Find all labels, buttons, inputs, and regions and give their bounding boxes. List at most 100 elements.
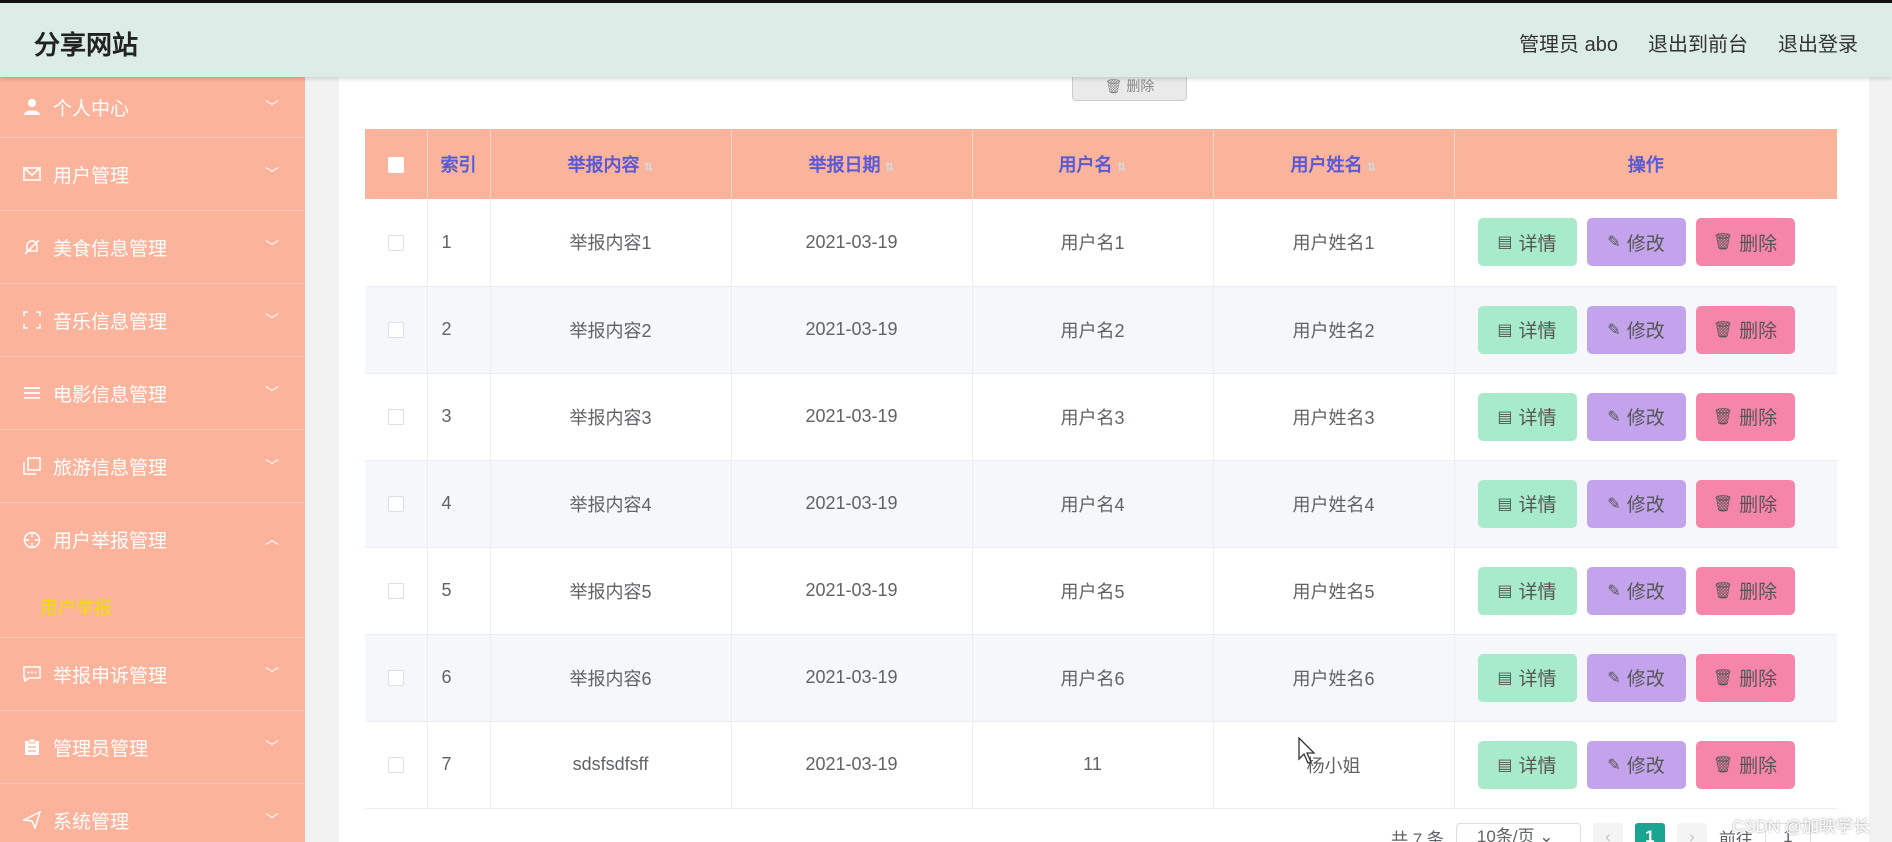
- trash-icon: 🗑: [1712, 582, 1734, 600]
- index-cell: 4: [427, 460, 491, 547]
- edit-button[interactable]: ✎ 修改: [1586, 479, 1686, 528]
- sidebar-item-movie-management[interactable]: 电影信息管理 ﹀: [0, 357, 305, 430]
- sort-icon[interactable]: ⇅: [1116, 160, 1126, 174]
- detail-button[interactable]: ▤ 详情: [1477, 653, 1577, 702]
- delete-button[interactable]: 🗑 删除: [1695, 653, 1795, 702]
- column-header-name[interactable]: 用户姓名 ⇅: [1213, 129, 1455, 199]
- select-all-cell[interactable]: [365, 129, 428, 199]
- sidebar-item-report-management[interactable]: 用户举报管理 ︿: [0, 503, 305, 576]
- edit-button[interactable]: ✎ 修改: [1586, 305, 1686, 354]
- row-select-cell[interactable]: [365, 286, 428, 373]
- edit-button[interactable]: ✎ 修改: [1586, 566, 1686, 615]
- row-checkbox[interactable]: [387, 583, 404, 600]
- sidebar-item-food-management[interactable]: 美食信息管理 ﹀: [0, 211, 305, 284]
- name-cell: 杨小姐: [1213, 721, 1455, 808]
- sidebar-item-label: 美食信息管理: [53, 238, 168, 260]
- select-all-checkbox[interactable]: [387, 156, 404, 173]
- row-checkbox[interactable]: [387, 670, 404, 687]
- sidebar-item-user-management[interactable]: 用户管理 ﹀: [0, 138, 305, 211]
- row-checkbox[interactable]: [387, 235, 404, 251]
- exit-to-front-link[interactable]: 退出到前台: [1648, 28, 1748, 57]
- chevron-down-icon: ﹀: [265, 739, 279, 755]
- column-header-username[interactable]: 用户名 ⇅: [972, 129, 1214, 199]
- row-select-cell[interactable]: [365, 721, 428, 808]
- prev-page-button[interactable]: ‹: [1592, 823, 1623, 842]
- sort-icon[interactable]: ⇅: [1366, 160, 1376, 174]
- delete-button[interactable]: 🗑 删除: [1695, 218, 1795, 267]
- chevron-down-icon: ﹀: [265, 166, 279, 182]
- row-checkbox[interactable]: [387, 322, 404, 339]
- detail-button[interactable]: ▤ 详情: [1477, 392, 1577, 441]
- actions-cell: ▤ 详情 ✎ 修改 🗑 删除: [1454, 286, 1837, 373]
- pencil-icon: ✎: [1607, 582, 1621, 600]
- delete-button[interactable]: 🗑 删除: [1695, 740, 1795, 789]
- row-checkbox[interactable]: [387, 409, 404, 426]
- site-brand: 分享网站: [34, 30, 139, 60]
- detail-label: 详情: [1518, 321, 1557, 342]
- edit-button[interactable]: ✎ 修改: [1586, 392, 1686, 441]
- sidebar-item-admin-management[interactable]: 管理员管理 ﹀: [0, 711, 305, 784]
- next-page-button[interactable]: ›: [1676, 823, 1707, 842]
- edit-button[interactable]: ✎ 修改: [1586, 218, 1686, 267]
- sort-icon[interactable]: ⇅: [643, 160, 653, 174]
- row-checkbox[interactable]: [387, 757, 404, 774]
- row-select-cell[interactable]: [365, 199, 428, 286]
- sidebar-item-label: 个人中心: [53, 98, 130, 120]
- page-number-current[interactable]: 1: [1634, 823, 1665, 842]
- row-select-cell[interactable]: [365, 547, 428, 634]
- actions-cell: ▤ 详情 ✎ 修改 🗑 删除: [1454, 721, 1837, 808]
- column-header-label: 举报日期: [808, 155, 881, 175]
- trash-icon: 🗑: [1712, 408, 1734, 426]
- row-select-cell[interactable]: [365, 634, 428, 721]
- content-cell: 举报内容6: [490, 634, 732, 721]
- pencil-icon: ✎: [1607, 669, 1621, 687]
- row-select-cell[interactable]: [365, 373, 428, 460]
- delete-button[interactable]: 🗑 删除: [1695, 305, 1795, 354]
- detail-button[interactable]: ▤ 详情: [1477, 218, 1577, 267]
- detail-button[interactable]: ▤ 详情: [1477, 740, 1577, 789]
- document-icon: ▤: [1497, 408, 1513, 426]
- index-cell: 2: [427, 286, 491, 373]
- sort-icon[interactable]: ⇅: [884, 160, 894, 174]
- row-select-cell[interactable]: [365, 460, 428, 547]
- delete-label: 删除: [1739, 756, 1778, 777]
- sidebar-item-personal-center[interactable]: 个人中心 ﹀: [0, 77, 305, 138]
- column-header-label: 举报内容: [567, 155, 640, 175]
- logout-link[interactable]: 退出登录: [1778, 28, 1858, 57]
- edit-button[interactable]: ✎ 修改: [1586, 653, 1686, 702]
- sidebar: 个人中心 ﹀ 用户管理 ﹀ 美食信息管理 ﹀ 音乐信息管理 ﹀ 电影信息管理 ﹀…: [0, 77, 305, 842]
- sidebar-subitem-user-report[interactable]: 用户举报: [0, 576, 305, 638]
- admin-user-label[interactable]: 管理员 abo: [1519, 28, 1618, 57]
- delete-label: 删除: [1739, 669, 1778, 690]
- sidebar-item-music-management[interactable]: 音乐信息管理 ﹀: [0, 284, 305, 357]
- detail-button[interactable]: ▤ 详情: [1477, 479, 1577, 528]
- column-header-content[interactable]: 举报内容 ⇅: [490, 129, 732, 199]
- sidebar-item-travel-management[interactable]: 旅游信息管理 ﹀: [0, 430, 305, 503]
- copy-icon: [22, 456, 42, 476]
- delete-button[interactable]: 🗑 删除: [1695, 566, 1795, 615]
- sidebar-item-label: 音乐信息管理: [53, 311, 168, 333]
- detail-button[interactable]: ▤ 详情: [1477, 305, 1577, 354]
- watermark: CSDN @加映学长: [1731, 817, 1870, 836]
- page-size-select[interactable]: 10条/页 ⌄: [1455, 823, 1581, 842]
- delete-button[interactable]: 🗑 删除: [1695, 392, 1795, 441]
- column-header-label: 用户姓名: [1290, 155, 1363, 175]
- row-checkbox[interactable]: [387, 496, 404, 513]
- edit-label: 修改: [1626, 669, 1665, 690]
- trash-icon: 🗑: [1104, 78, 1123, 94]
- table-row: 3 举报内容3 2021-03-19 用户名3 用户姓名3 ▤ 详情 ✎ 修改 🗑 删除: [365, 373, 1837, 460]
- username-cell: 用户名3: [972, 373, 1214, 460]
- table-row: 5 举报内容5 2021-03-19 用户名5 用户姓名5 ▤ 详情 ✎ 修改 🗑 删除: [365, 547, 1837, 634]
- trash-icon: 🗑: [1712, 321, 1734, 339]
- content-cell: 举报内容1: [490, 199, 732, 286]
- sidebar-item-system-management[interactable]: 系统管理 ﹀: [0, 784, 305, 842]
- name-cell: 用户姓名1: [1213, 199, 1455, 286]
- pencil-icon: ✎: [1607, 321, 1621, 339]
- edit-button[interactable]: ✎ 修改: [1586, 740, 1686, 789]
- delete-button[interactable]: 🗑 删除: [1695, 479, 1795, 528]
- column-header-date[interactable]: 举报日期 ⇅: [731, 129, 973, 199]
- name-cell: 用户姓名2: [1213, 286, 1455, 373]
- sidebar-item-appeal-management[interactable]: 举报申诉管理 ﹀: [0, 638, 305, 711]
- detail-button[interactable]: ▤ 详情: [1477, 566, 1577, 615]
- top-header: 分享网站 管理员 abo 退出到前台 退出登录: [0, 0, 1892, 77]
